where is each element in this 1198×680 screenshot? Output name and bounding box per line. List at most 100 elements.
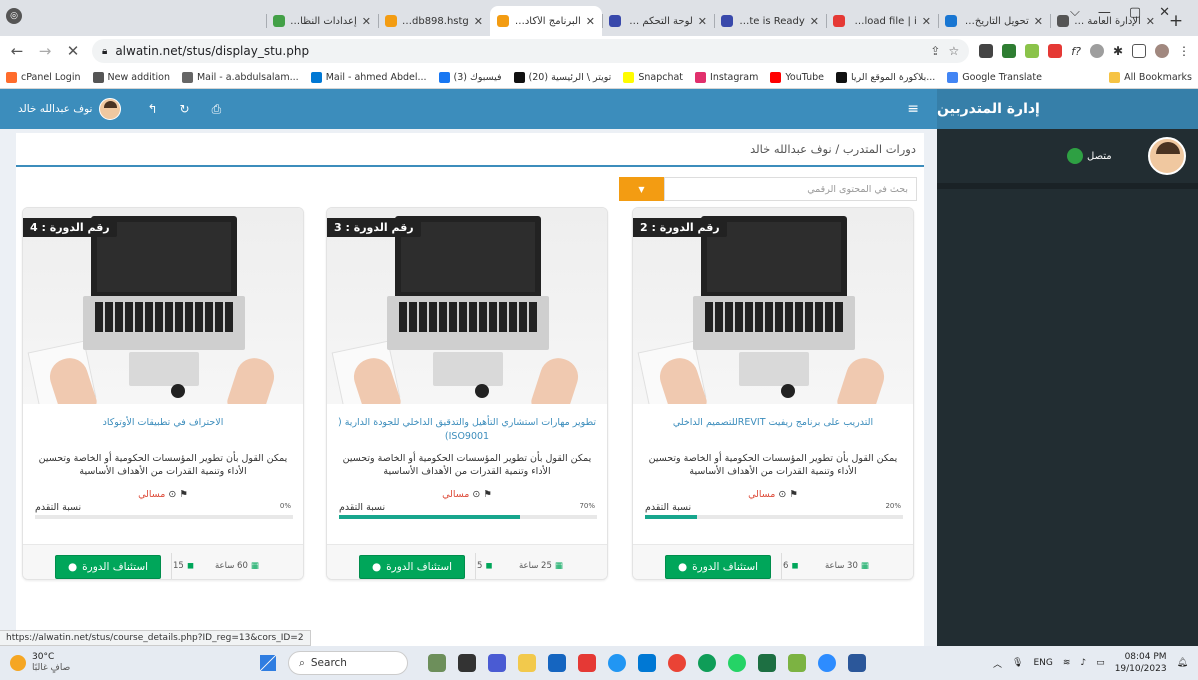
course-title[interactable]: الاحتراف في تطبيقات الأوتوكاد xyxy=(31,416,295,430)
close-window-button[interactable]: ✕ xyxy=(1159,5,1170,20)
course-image[interactable]: رقم الدورة : 2 xyxy=(633,208,913,404)
bookmark-item[interactable]: Mail - a.abdulsalam... xyxy=(181,71,299,83)
outlook-icon[interactable] xyxy=(638,654,656,672)
tab-close-icon[interactable]: ✕ xyxy=(586,15,595,28)
browser-menu-icon[interactable]: ⋮ xyxy=(1178,44,1190,58)
app-icon[interactable] xyxy=(578,654,596,672)
browser-tab[interactable]: تحويل التاريخ | اله ✕ xyxy=(938,6,1050,36)
print-icon[interactable]: ⎙ xyxy=(212,102,222,117)
taskbar-search[interactable]: ⌕ Search xyxy=(288,651,408,675)
file-explorer-icon[interactable] xyxy=(518,654,536,672)
maximize-button[interactable]: ▢ xyxy=(1129,5,1141,20)
browser-tab[interactable]: لوحة التحكم | ger ✕ xyxy=(602,6,714,36)
flag-icon: ⚑ xyxy=(789,489,798,500)
volume-icon[interactable]: ♪ xyxy=(1080,658,1086,668)
sun-icon xyxy=(10,655,26,671)
side-panel-icon[interactable] xyxy=(1132,44,1146,58)
notification-bell-icon[interactable]: 🔔︎ xyxy=(1177,658,1188,668)
telegram-icon[interactable] xyxy=(608,654,626,672)
resume-label: استئناف الدورة xyxy=(386,561,453,573)
battery-icon[interactable]: ▭ xyxy=(1096,658,1105,668)
formula-extension-icon[interactable]: f? xyxy=(1071,45,1081,58)
search-input[interactable]: بحث في المحتوى الرقمي xyxy=(664,177,917,201)
tab-close-icon[interactable]: ✕ xyxy=(1034,15,1043,28)
notes-icon[interactable] xyxy=(788,654,806,672)
course-title[interactable]: التدريب على برنامج ريفيت REVITللتصميم ال… xyxy=(641,416,905,430)
address-bar[interactable]: 🔒︎ alwatin.net/stus/display_stu.php ⇪ ☆ xyxy=(92,39,970,63)
bookmark-item[interactable]: (3) فيسبوك xyxy=(438,71,502,83)
tab-close-icon[interactable]: ✕ xyxy=(362,15,371,28)
resume-course-button[interactable]: استئناف الدورة ● xyxy=(55,555,161,579)
extension-icon[interactable] xyxy=(1002,44,1017,58)
tab-search-icon[interactable]: ◎ xyxy=(6,8,22,24)
chat-icon[interactable] xyxy=(488,654,506,672)
minimize-button[interactable]: — xyxy=(1098,5,1111,20)
browser-tab[interactable]: البرنامج الأكاديمي ✕ xyxy=(490,6,602,36)
tab-favicon-icon xyxy=(945,15,957,27)
windows-start-icon[interactable] xyxy=(260,655,276,671)
whatsapp-icon[interactable] xyxy=(728,654,746,672)
bookmark-item[interactable]: Google Translate xyxy=(947,71,1042,83)
forward-button[interactable]: → xyxy=(36,42,54,60)
language-indicator[interactable]: ENG xyxy=(1033,658,1052,668)
profile-avatar-icon[interactable] xyxy=(1155,44,1169,58)
bookmark-item[interactable]: All Bookmarks xyxy=(1109,71,1192,83)
browser-tab[interactable]: Website is Ready ✕ xyxy=(714,6,826,36)
footer-divider xyxy=(171,553,172,579)
back-button[interactable]: ← xyxy=(8,42,26,60)
tray-chevron-icon[interactable]: ︿ xyxy=(993,657,1002,670)
tab-close-icon[interactable]: ✕ xyxy=(810,15,819,28)
resume-course-button[interactable]: استئناف الدورة ● xyxy=(359,555,465,579)
edge-icon[interactable] xyxy=(698,654,716,672)
bookmark-item[interactable]: بلاكورة الموقع الريا... xyxy=(836,71,935,83)
wifi-icon[interactable]: ≋ xyxy=(1063,658,1071,668)
app-icon[interactable] xyxy=(428,654,446,672)
bookmark-label: New addition xyxy=(107,71,170,83)
tab-close-icon[interactable]: ✕ xyxy=(698,15,707,28)
bookmark-item[interactable]: Mail - ahmed Abdel... xyxy=(310,71,427,83)
tab-close-icon[interactable]: ✕ xyxy=(922,15,931,28)
tab-favicon-icon xyxy=(721,15,733,27)
share-icon[interactable]: ⇪ xyxy=(930,44,940,58)
stop-button[interactable]: ✕ xyxy=(64,42,82,60)
zoom-icon[interactable] xyxy=(818,654,836,672)
bookmark-item[interactable]: (20) تويتر \ الرئيسية xyxy=(513,71,611,83)
word-icon[interactable] xyxy=(848,654,866,672)
resume-course-button[interactable]: استئناف الدورة ● xyxy=(665,555,771,579)
browser-tab[interactable]: Download file | i ✕ xyxy=(826,6,938,36)
bookmark-item[interactable]: Instagram xyxy=(695,71,758,83)
status-url: https://alwatin.net/stus/course_details.… xyxy=(0,630,311,646)
extension-icon[interactable] xyxy=(979,44,994,58)
extension-icon[interactable] xyxy=(1089,44,1104,58)
browser-tab[interactable]: إعدادات النظام | ال ✕ xyxy=(266,6,378,36)
bookmark-item[interactable]: New addition xyxy=(92,71,170,83)
progress-bar xyxy=(35,515,293,519)
course-image[interactable]: رقم الدورة : 3 xyxy=(327,208,607,404)
bookmark-item[interactable]: Snapchat xyxy=(623,71,683,83)
course-title[interactable]: تطوير مهارات استشاري التأهيل والتدقيق ال… xyxy=(335,416,599,444)
refresh-icon[interactable]: ↻ xyxy=(180,102,190,117)
pdf-extension-icon[interactable] xyxy=(1048,44,1063,58)
reply-icon[interactable]: ↰ xyxy=(147,102,157,117)
task-view-icon[interactable] xyxy=(458,654,476,672)
user-menu[interactable]: نوف عبدالله خالد xyxy=(18,98,122,120)
excel-icon[interactable] xyxy=(758,654,776,672)
menu-toggle-icon[interactable]: ≡ xyxy=(907,101,919,117)
tab-close-icon[interactable]: ✕ xyxy=(474,15,483,28)
course-image[interactable]: رقم الدورة : 4 xyxy=(23,208,303,404)
filter-button[interactable]: ▼ xyxy=(619,177,664,201)
tab-list-chevron-icon[interactable]: ⌵ xyxy=(1070,5,1080,20)
app-brand[interactable]: إدارة المتدربين xyxy=(937,89,1198,129)
bookmark-item[interactable]: YouTube xyxy=(770,71,824,83)
bookmark-item[interactable]: cPanel Login xyxy=(6,71,81,83)
extension-icon[interactable] xyxy=(1025,44,1040,58)
app-icon[interactable] xyxy=(548,654,566,672)
bookmark-star-icon[interactable]: ☆ xyxy=(948,44,959,58)
extensions-puzzle-icon[interactable]: ✱ xyxy=(1113,44,1123,58)
flag-icon: ⚑ xyxy=(483,489,492,500)
microphone-icon[interactable]: 🎙︎ xyxy=(1012,658,1023,668)
weather-widget[interactable]: 30°C صافٍ غالبًا xyxy=(10,652,260,674)
clock[interactable]: 08:04 PM 19/10/2023 xyxy=(1115,651,1167,675)
chrome-icon[interactable] xyxy=(668,654,686,672)
browser-tab[interactable]: auth-db898.hstg ✕ xyxy=(378,6,490,36)
